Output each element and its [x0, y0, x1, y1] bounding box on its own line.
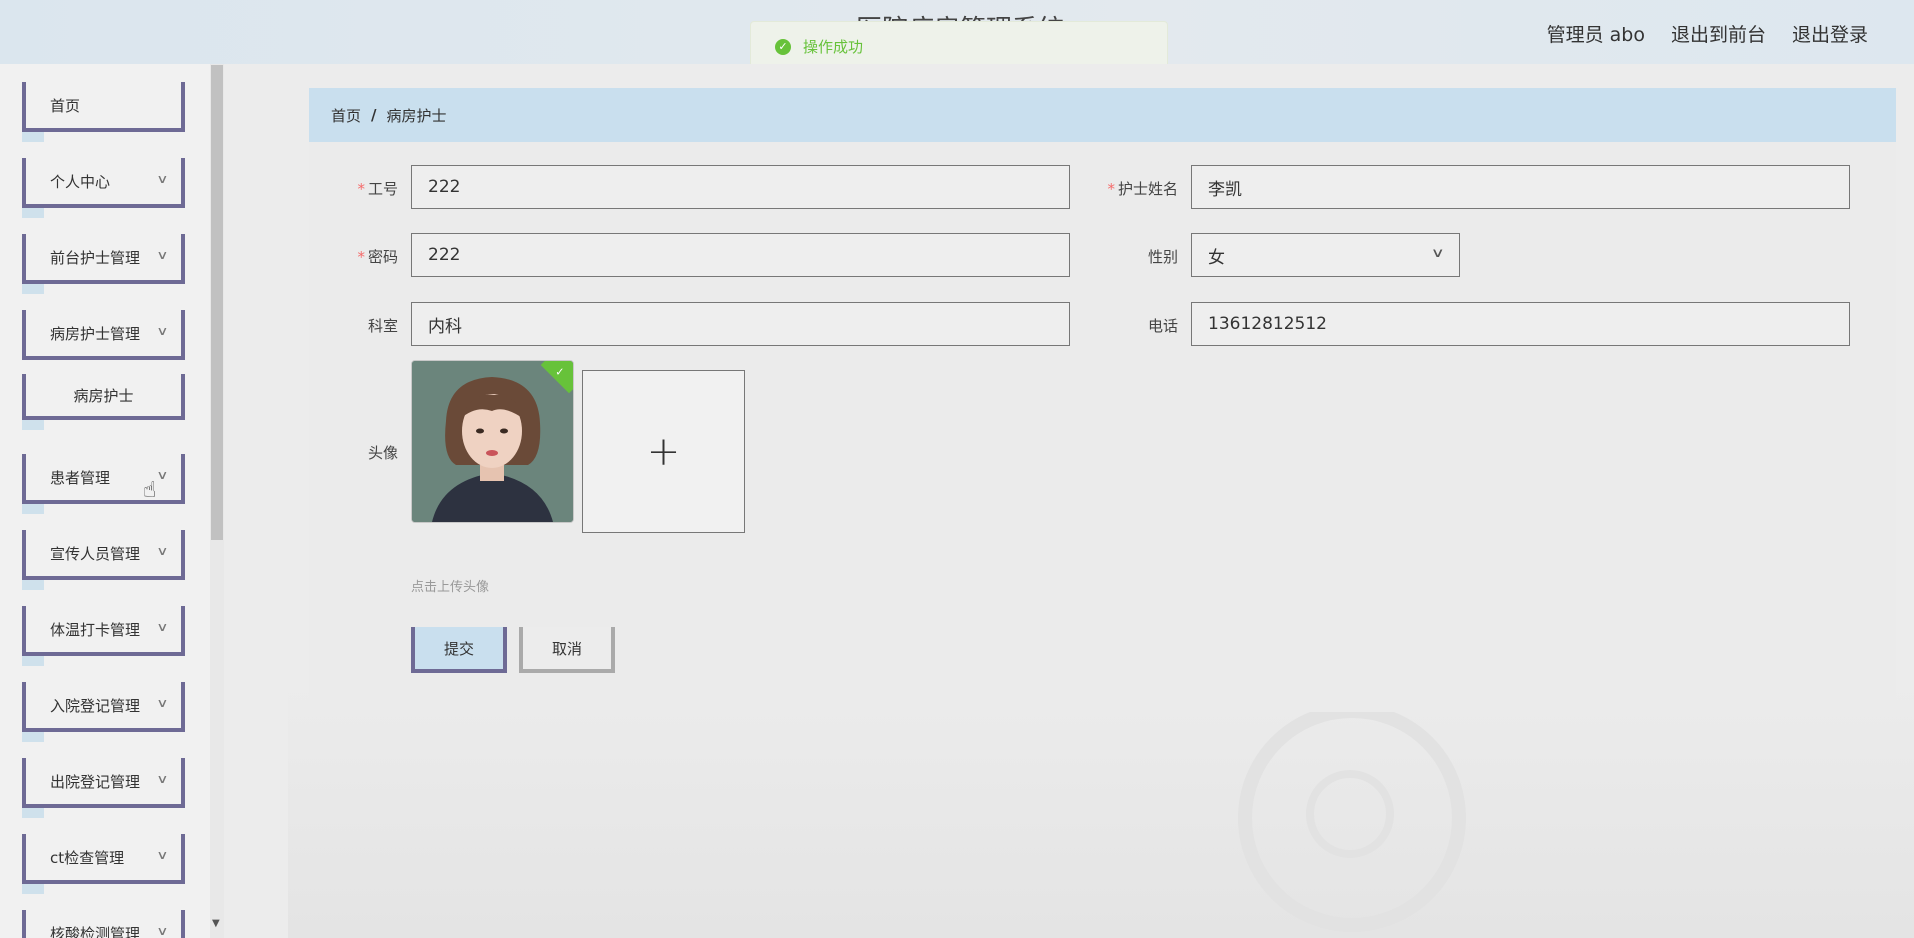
sidebar-item-temperature[interactable]: 体温打卡管理 ∨ [22, 606, 185, 666]
menu-decoration [22, 504, 44, 514]
sidebar-item-label: 前台护士管理 [50, 248, 141, 267]
sidebar-item-front-nurse[interactable]: 前台护士管理 ∨ [22, 234, 185, 294]
chevron-down-icon: ∨ [156, 924, 169, 938]
sidebar-item-publicity[interactable]: 宣传人员管理 ∨ [22, 530, 185, 590]
avatar-portrait [412, 361, 573, 522]
chevron-down-icon: ∨ [156, 544, 169, 558]
sidebar-item-home[interactable]: 首页 [22, 82, 185, 142]
chevron-up-icon: ∨ [156, 324, 169, 338]
sidebar-item-discharge[interactable]: 出院登记管理 ∨ [22, 758, 185, 818]
nurse-name-label-text: 护士姓名 [1117, 180, 1178, 198]
breadcrumb-separator: / [371, 106, 377, 124]
header-links: 管理员 abo 退出到前台 退出登录 [1547, 20, 1868, 47]
menu-decoration [22, 580, 44, 590]
employee-id-label-text: 工号 [367, 180, 398, 198]
gender-label-text: 性别 [1147, 248, 1178, 266]
nurse-name-label: * 护士姓名 [1068, 178, 1178, 199]
plus-icon: + [646, 428, 681, 475]
chevron-down-icon: ∨ [156, 248, 169, 262]
menu-decoration [22, 808, 44, 818]
cancel-button[interactable]: 取消 [519, 627, 615, 673]
required-mark: * [1107, 180, 1115, 198]
sidebar-item-admission[interactable]: 入院登记管理 ∨ [22, 682, 185, 742]
gender-select[interactable]: 女 ∨ [1191, 233, 1460, 277]
chevron-down-icon: ∨ [1431, 246, 1446, 261]
sidebar-item-label: ct检查管理 [50, 848, 125, 867]
menu-decoration [22, 208, 44, 218]
nurse-name-value: 李凯 [1208, 179, 1242, 200]
gender-label: 性别 [1068, 246, 1178, 267]
sidebar-item-label: 个人中心 [50, 172, 111, 191]
password-label-text: 密码 [367, 248, 398, 266]
department-label: 科室 [288, 315, 398, 336]
chevron-down-icon: ∨ [156, 468, 169, 482]
avatar-label-text: 头像 [367, 444, 398, 462]
menu-decoration [22, 884, 44, 894]
required-mark: * [357, 248, 365, 266]
sidebar: 首页 个人中心 ∨ 前台护士管理 ∨ 病房护士管理 ∨ 病房护士 患者管理 ∨ … [0, 64, 212, 938]
phone-label: 电话 [1068, 315, 1178, 336]
chevron-down-icon: ∨ [156, 172, 169, 186]
sidebar-scroll-thumb[interactable] [211, 65, 223, 540]
upload-tip: 点击上传头像 [411, 580, 490, 595]
phone-input[interactable]: 13612812512 [1191, 302, 1850, 346]
department-label-text: 科室 [367, 317, 398, 335]
sidebar-item-label: 首页 [50, 96, 81, 115]
sidebar-item-label: 病房护士管理 [50, 324, 141, 343]
avatar-upload-button[interactable]: + [582, 370, 745, 533]
logout-link[interactable]: 退出登录 [1792, 20, 1868, 47]
department-input[interactable]: 内科 [411, 302, 1070, 346]
submit-button[interactable]: 提交 [411, 627, 507, 673]
gender-value: 女 [1208, 247, 1225, 268]
department-value: 内科 [428, 316, 462, 337]
menu-decoration [22, 656, 44, 666]
scroll-down-arrow-icon[interactable]: ▼ [212, 918, 220, 929]
sidebar-item-label: 出院登记管理 [50, 772, 141, 791]
breadcrumb: 首页 / 病房护士 [309, 88, 1896, 142]
password-value: 222 [428, 245, 461, 265]
breadcrumb-current: 病房护士 [386, 106, 447, 125]
chevron-down-icon: ∨ [156, 620, 169, 634]
sidebar-item-label: 核酸检测管理 [50, 924, 141, 938]
sidebar-subitem-ward-nurse[interactable]: 病房护士 [22, 374, 185, 430]
admin-user-link[interactable]: 管理员 abo [1547, 20, 1645, 47]
phone-label-text: 电话 [1147, 317, 1178, 335]
chevron-down-icon: ∨ [156, 848, 169, 862]
menu-decoration [22, 284, 44, 294]
chevron-down-icon: ∨ [156, 696, 169, 710]
menu-decoration [22, 132, 44, 142]
hand-cursor-icon: ☝ [143, 478, 157, 503]
sidebar-item-label: 宣传人员管理 [50, 544, 141, 563]
sidebar-item-label: 病房护士 [73, 386, 134, 405]
menu-decoration [22, 732, 44, 742]
menu-decoration [22, 420, 44, 430]
exit-to-front-link[interactable]: 退出到前台 [1671, 20, 1766, 47]
sidebar-item-ward-nurse-mgmt[interactable]: 病房护士管理 ∨ [22, 310, 185, 360]
check-circle-icon: ✓ [775, 38, 791, 55]
sidebar-item-label: 患者管理 [50, 468, 111, 487]
decor-ring-inner [1306, 770, 1394, 858]
required-mark: * [357, 180, 365, 198]
sidebar-item-ct[interactable]: ct检查管理 ∨ [22, 834, 185, 894]
breadcrumb-home[interactable]: 首页 [331, 105, 361, 126]
content-gutter [224, 64, 288, 938]
phone-value: 13612812512 [1208, 314, 1327, 334]
sidebar-item-label: 体温打卡管理 [50, 620, 141, 639]
chevron-down-icon: ∨ [156, 772, 169, 786]
sidebar-item-patient[interactable]: 患者管理 ∨ [22, 454, 185, 514]
password-label: * 密码 [288, 246, 398, 267]
toast-message: 操作成功 [803, 38, 864, 56]
employee-id-value: 222 [428, 177, 461, 197]
nurse-name-input[interactable]: 李凯 [1191, 165, 1850, 209]
sidebar-item-label: 入院登记管理 [50, 696, 141, 715]
employee-id-label: * 工号 [288, 178, 398, 199]
sidebar-item-nucleic[interactable]: 核酸检测管理 ∨ [22, 910, 185, 938]
password-input[interactable]: 222 [411, 233, 1070, 277]
sidebar-item-personal-center[interactable]: 个人中心 ∨ [22, 158, 185, 218]
employee-id-input[interactable]: 222 [411, 165, 1070, 209]
avatar-image[interactable]: ✓ [411, 360, 574, 523]
avatar-label: 头像 [288, 442, 398, 463]
